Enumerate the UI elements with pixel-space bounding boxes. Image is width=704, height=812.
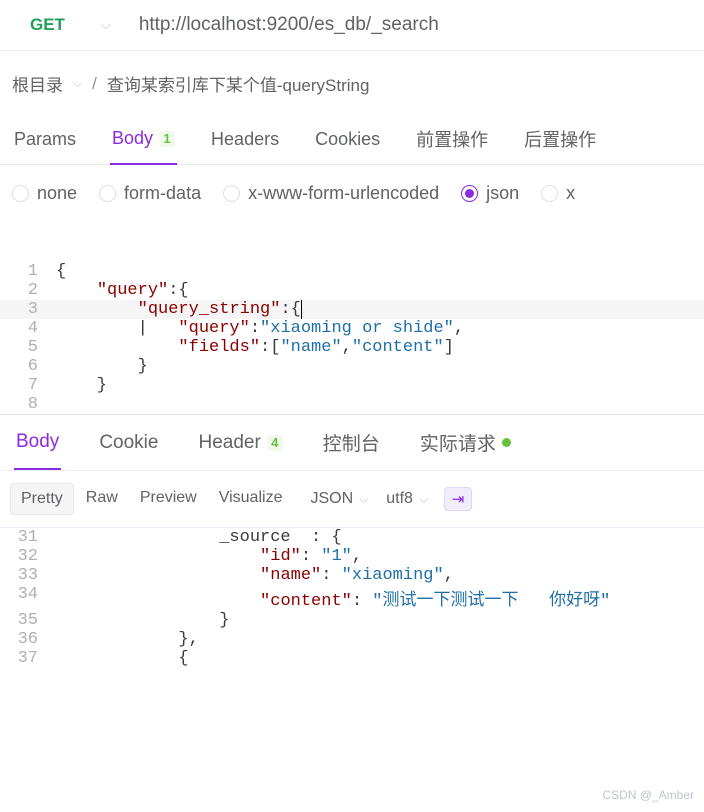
line-number: 4 <box>0 319 56 338</box>
tab-cookies[interactable]: Cookies <box>313 126 382 164</box>
breadcrumb-current[interactable]: 查询某索引库下某个值-queryString <box>107 71 370 96</box>
code-line[interactable]: 37 { <box>0 649 704 668</box>
tab-前置操作[interactable]: 前置操作 <box>414 126 490 164</box>
tab-后置操作[interactable]: 后置操作 <box>522 126 598 164</box>
wrap-icon[interactable]: ⇥ <box>444 487 472 511</box>
line-number: 32 <box>0 547 56 566</box>
line-number: 8 <box>0 395 56 414</box>
radio-icon <box>461 185 478 202</box>
chevron-down-icon[interactable]: ⌵ <box>359 492 368 507</box>
line-number: 36 <box>0 630 56 649</box>
response-tab-控制台[interactable]: 控制台 <box>321 429 382 470</box>
view-mode-raw[interactable]: Raw <box>76 483 128 515</box>
radio-label: form-data <box>124 183 201 204</box>
tab-badge: 1 <box>159 131 175 147</box>
request-tabs: Params Body1 Headers Cookies 前置操作后置操作 <box>0 116 704 165</box>
line-number: 3 <box>0 300 56 319</box>
line-number: 33 <box>0 566 56 585</box>
line-number: 2 <box>0 281 56 300</box>
code-line[interactable]: 34 "content": "测试一下测试一下 你好呀" <box>0 585 704 611</box>
code-line[interactable]: 5 "fields":["name","content"] <box>0 338 704 357</box>
status-dot-icon <box>502 438 511 447</box>
code-line[interactable]: 1{ <box>0 262 704 281</box>
response-tabs: Body Cookie Header4 控制台实际请求 <box>0 414 704 470</box>
response-tab-实际请求[interactable]: 实际请求 <box>418 429 513 470</box>
radio-icon <box>12 185 29 202</box>
response-tab-Cookie[interactable]: Cookie <box>97 429 160 470</box>
chevron-down-icon[interactable]: ⌵ <box>87 17 125 33</box>
response-body-editor[interactable]: 31 _source : {32 "id": "1",33 "name": "x… <box>0 528 704 668</box>
line-number: 6 <box>0 357 56 376</box>
code-line[interactable]: 32 "id": "1", <box>0 547 704 566</box>
body-type-selector: none form-data x-www-form-urlencoded json x <box>0 165 704 222</box>
body-type-x[interactable]: x <box>541 183 575 204</box>
chevron-down-icon[interactable]: ⌵ <box>419 492 428 507</box>
line-number: 5 <box>0 338 56 357</box>
breadcrumb-separator: / <box>92 74 97 94</box>
tab-params[interactable]: Params <box>12 126 78 164</box>
code-line[interactable]: 4 | "query":"xiaoming or shide", <box>0 319 704 338</box>
radio-icon <box>99 185 116 202</box>
radio-icon <box>223 185 240 202</box>
url-input[interactable]: http://localhost:9200/es_db/_search <box>125 14 694 36</box>
tab-badge: 4 <box>267 435 283 451</box>
code-line[interactable]: 35 } <box>0 611 704 630</box>
tab-headers[interactable]: Headers <box>209 126 281 164</box>
code-line[interactable]: 3 "query_string":{ <box>0 300 704 319</box>
code-line[interactable]: 31 _source : { <box>0 528 704 547</box>
code-line[interactable]: 8 <box>0 395 704 414</box>
watermark: CSDN @_Amber <box>602 788 694 802</box>
request-body-editor[interactable]: 1{2 "query":{3 "query_string":{4 | "quer… <box>0 222 704 414</box>
response-tab-Body[interactable]: Body <box>14 429 61 470</box>
body-type-form-data[interactable]: form-data <box>99 183 201 204</box>
response-tab-Header[interactable]: Header4 <box>196 429 284 470</box>
code-line[interactable]: 33 "name": "xiaoming", <box>0 566 704 585</box>
line-number: 31 <box>0 528 56 547</box>
view-mode-pretty[interactable]: Pretty <box>10 483 74 515</box>
breadcrumb: 根目录 ⌵ / 查询某索引库下某个值-queryString <box>0 51 704 116</box>
radio-label: json <box>486 183 519 204</box>
radio-label: none <box>37 183 77 204</box>
tab-body[interactable]: Body1 <box>110 126 177 165</box>
view-mode-visualize[interactable]: Visualize <box>209 483 293 515</box>
radio-label: x-www-form-urlencoded <box>248 183 439 204</box>
view-mode-preview[interactable]: Preview <box>130 483 207 515</box>
line-number: 7 <box>0 376 56 395</box>
body-type-none[interactable]: none <box>12 183 77 204</box>
line-number: 37 <box>0 649 56 668</box>
breadcrumb-root[interactable]: 根目录 <box>12 71 63 96</box>
code-line[interactable]: 36 }, <box>0 630 704 649</box>
code-line[interactable]: 7 } <box>0 376 704 395</box>
format-type[interactable]: JSON <box>310 490 353 508</box>
code-line[interactable]: 2 "query":{ <box>0 281 704 300</box>
radio-label: x <box>566 183 575 204</box>
format-encoding[interactable]: utf8 <box>386 490 413 508</box>
radio-icon <box>541 185 558 202</box>
response-view-toolbar: PrettyRawPreviewVisualize JSON ⌵ utf8 ⌵ … <box>0 470 704 528</box>
line-number: 34 <box>0 585 56 611</box>
chevron-down-icon[interactable]: ⌵ <box>73 76 82 91</box>
body-type-x-www-form-urlencoded[interactable]: x-www-form-urlencoded <box>223 183 439 204</box>
line-number: 35 <box>0 611 56 630</box>
http-method[interactable]: GET <box>0 15 87 35</box>
line-number: 1 <box>0 262 56 281</box>
code-line[interactable]: 6 } <box>0 357 704 376</box>
body-type-json[interactable]: json <box>461 183 519 204</box>
